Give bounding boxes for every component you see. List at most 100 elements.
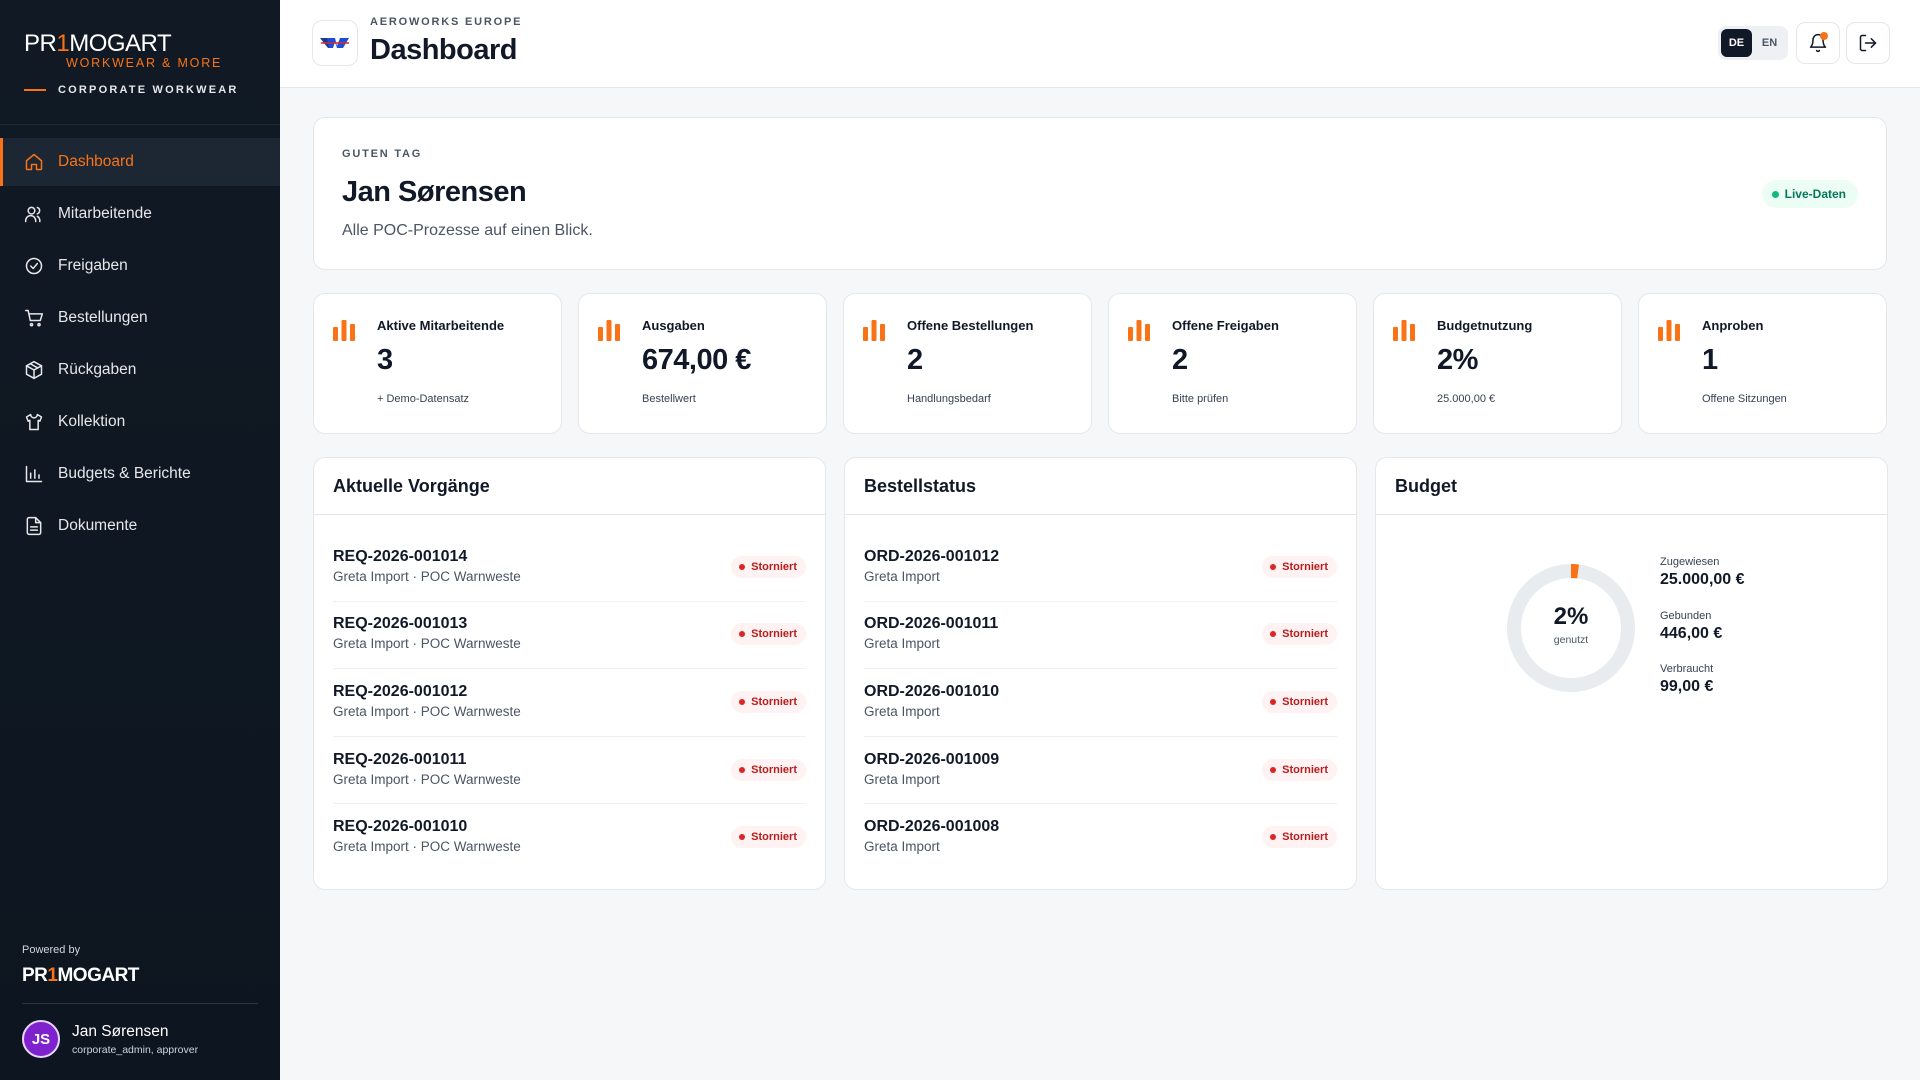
order-id: ORD-2026-001010 — [864, 683, 1000, 700]
bar-chart-icon — [1128, 320, 1150, 341]
status-badge: Storniert — [1262, 759, 1337, 781]
request-subtitle: Greta Import · POC Warnweste — [333, 772, 521, 787]
stat-label: Ausgaben — [642, 318, 705, 333]
stat-label: Offene Freigaben — [1172, 318, 1279, 333]
status-badge: Storniert — [1262, 556, 1337, 578]
document-icon — [26, 516, 42, 536]
order-id: ORD-2026-001009 — [864, 751, 1000, 768]
logout-icon — [1859, 34, 1877, 52]
sidebar-item-label: Mitarbeitende — [58, 205, 152, 222]
powered-by-logo: PR1MOGART — [22, 965, 139, 986]
row-divider — [864, 601, 1337, 602]
row-divider — [864, 803, 1337, 804]
stat-subtext: Bitte prüfen — [1172, 393, 1229, 405]
logout-button[interactable] — [1846, 22, 1890, 64]
stat-subtext: Bestellwert — [642, 393, 696, 405]
shirt-icon — [25, 413, 43, 431]
order-subtitle: Greta Import — [864, 636, 940, 651]
sidebar-item-freigaben[interactable]: Freigaben — [0, 242, 280, 290]
stat-card-open-approvals[interactable]: Offene Freigaben 2 Bitte prüfen — [1108, 293, 1357, 434]
recent-activities-panel: Aktuelle Vorgänge REQ-2026-001014 Greta … — [313, 457, 826, 890]
status-badge: Storniert — [731, 759, 806, 781]
sidebar-item-dokumente[interactable]: Dokumente — [0, 502, 280, 550]
page-title: Dashboard — [370, 34, 517, 66]
order-subtitle: Greta Import — [864, 772, 940, 787]
request-id: REQ-2026-001011 — [333, 751, 467, 768]
language-switch: DE EN — [1718, 26, 1788, 60]
row-divider — [333, 736, 806, 737]
request-subtitle: Greta Import · POC Warnweste — [333, 569, 521, 584]
avatar: JS — [22, 1020, 60, 1058]
row-divider — [333, 601, 806, 602]
brand-logo[interactable]: PR1MOGART WORKWEAR & MORE — [24, 30, 220, 71]
budget-spent-value: 99,00 € — [1660, 678, 1714, 695]
greeting-label: GUTEN TAG — [342, 148, 423, 160]
stat-card-expenses[interactable]: Ausgaben 674,00 € Bestellwert — [578, 293, 827, 434]
sidebar-item-label: Dashboard — [58, 153, 134, 170]
stat-card-budget-usage[interactable]: Budgetnutzung 2% 25.000,00 € — [1373, 293, 1622, 434]
budget-spent: Verbraucht 99,00 € — [1660, 663, 1713, 696]
welcome-card: GUTEN TAG Jan Sørensen Alle POC-Prozesse… — [313, 117, 1887, 270]
stat-value: 1 — [1702, 344, 1718, 376]
stat-value: 2 — [907, 344, 923, 376]
stat-card-open-orders[interactable]: Offene Bestellungen 2 Handlungsbedarf — [843, 293, 1092, 434]
divider — [0, 124, 280, 125]
lang-en-button[interactable]: EN — [1754, 29, 1785, 57]
sidebar-item-bestellungen[interactable]: Bestellungen — [0, 294, 280, 342]
sidebar-item-rueckgaben[interactable]: Rückgaben — [0, 346, 280, 394]
sidebar-item-dashboard[interactable]: Dashboard — [0, 138, 280, 186]
users-icon — [24, 206, 41, 223]
order-id: ORD-2026-001011 — [864, 615, 999, 632]
stat-card-active-employees[interactable]: Aktive Mitarbeitende 3 + Demo-Datensatz — [313, 293, 562, 434]
status-badge: Storniert — [1262, 623, 1337, 645]
sidebar-item-budgets[interactable]: Budgets & Berichte — [0, 450, 280, 498]
budget-donut: 2% genutzt — [1504, 561, 1638, 695]
budget-percent: 2% — [1553, 603, 1589, 630]
org-logo — [312, 20, 358, 66]
divider — [1376, 514, 1887, 515]
sidebar-item-mitarbeitende[interactable]: Mitarbeitende — [0, 190, 280, 238]
status-badge: Storniert — [731, 623, 806, 645]
brand-name: PR1MOGART — [24, 30, 172, 57]
order-id: ORD-2026-001008 — [864, 818, 1000, 835]
budget-bound: Gebunden 446,00 € — [1660, 610, 1722, 643]
panel-title: Budget — [1395, 476, 1457, 496]
status-badge: Storniert — [731, 826, 806, 848]
order-subtitle: Greta Import — [864, 839, 940, 854]
stat-subtext: + Demo-Datensatz — [377, 393, 470, 405]
budget-bound-label: Gebunden — [1660, 610, 1712, 622]
stat-label: Anproben — [1702, 318, 1764, 333]
notifications-button[interactable] — [1796, 22, 1840, 64]
stat-label: Budgetnutzung — [1437, 318, 1533, 333]
request-subtitle: Greta Import · POC Warnweste — [333, 839, 521, 854]
status-dot — [739, 631, 746, 637]
status-dot — [1270, 564, 1277, 570]
bar-chart-icon — [333, 320, 355, 341]
powered-by-label: Powered by — [22, 944, 81, 956]
status-dot — [1270, 834, 1277, 840]
check-circle-icon — [25, 257, 43, 275]
stat-value: 3 — [377, 344, 393, 376]
top-header: AEROWORKS EUROPE Dashboard DE EN — [280, 0, 1920, 88]
budget-spent-label: Verbraucht — [1660, 663, 1714, 675]
sidebar-item-kollektion[interactable]: Kollektion — [0, 398, 280, 446]
bar-chart-icon — [1393, 320, 1415, 341]
row-divider — [333, 668, 806, 669]
greeting-name: Jan Sørensen — [342, 176, 527, 208]
status-dot — [739, 767, 746, 773]
sidebar-item-label: Dokumente — [58, 517, 138, 534]
budget-assigned-value: 25.000,00 € — [1660, 571, 1745, 588]
stat-card-fittings[interactable]: Anproben 1 Offene Sitzungen — [1638, 293, 1887, 434]
stat-subtext: Handlungsbedarf — [907, 393, 991, 405]
stat-subtext: Offene Sitzungen — [1702, 393, 1787, 405]
budget-panel: Budget 2% genutzt Zugewiesen 25.000,00 €… — [1375, 457, 1888, 890]
request-id: REQ-2026-001010 — [333, 818, 468, 835]
sidebar-item-label: Freigaben — [58, 257, 128, 274]
order-status-panel: Bestellstatus ORD-2026-001012 Greta Impo… — [844, 457, 1357, 890]
user-profile[interactable]: JS Jan Sørensen corporate_admin, approve… — [22, 1020, 198, 1058]
budget-bound-value: 446,00 € — [1660, 625, 1723, 642]
sidebar-item-label: Rückgaben — [58, 361, 137, 378]
lang-de-button[interactable]: DE — [1721, 29, 1752, 57]
bar-chart-icon — [1658, 320, 1680, 341]
status-badge: Storniert — [731, 556, 806, 578]
